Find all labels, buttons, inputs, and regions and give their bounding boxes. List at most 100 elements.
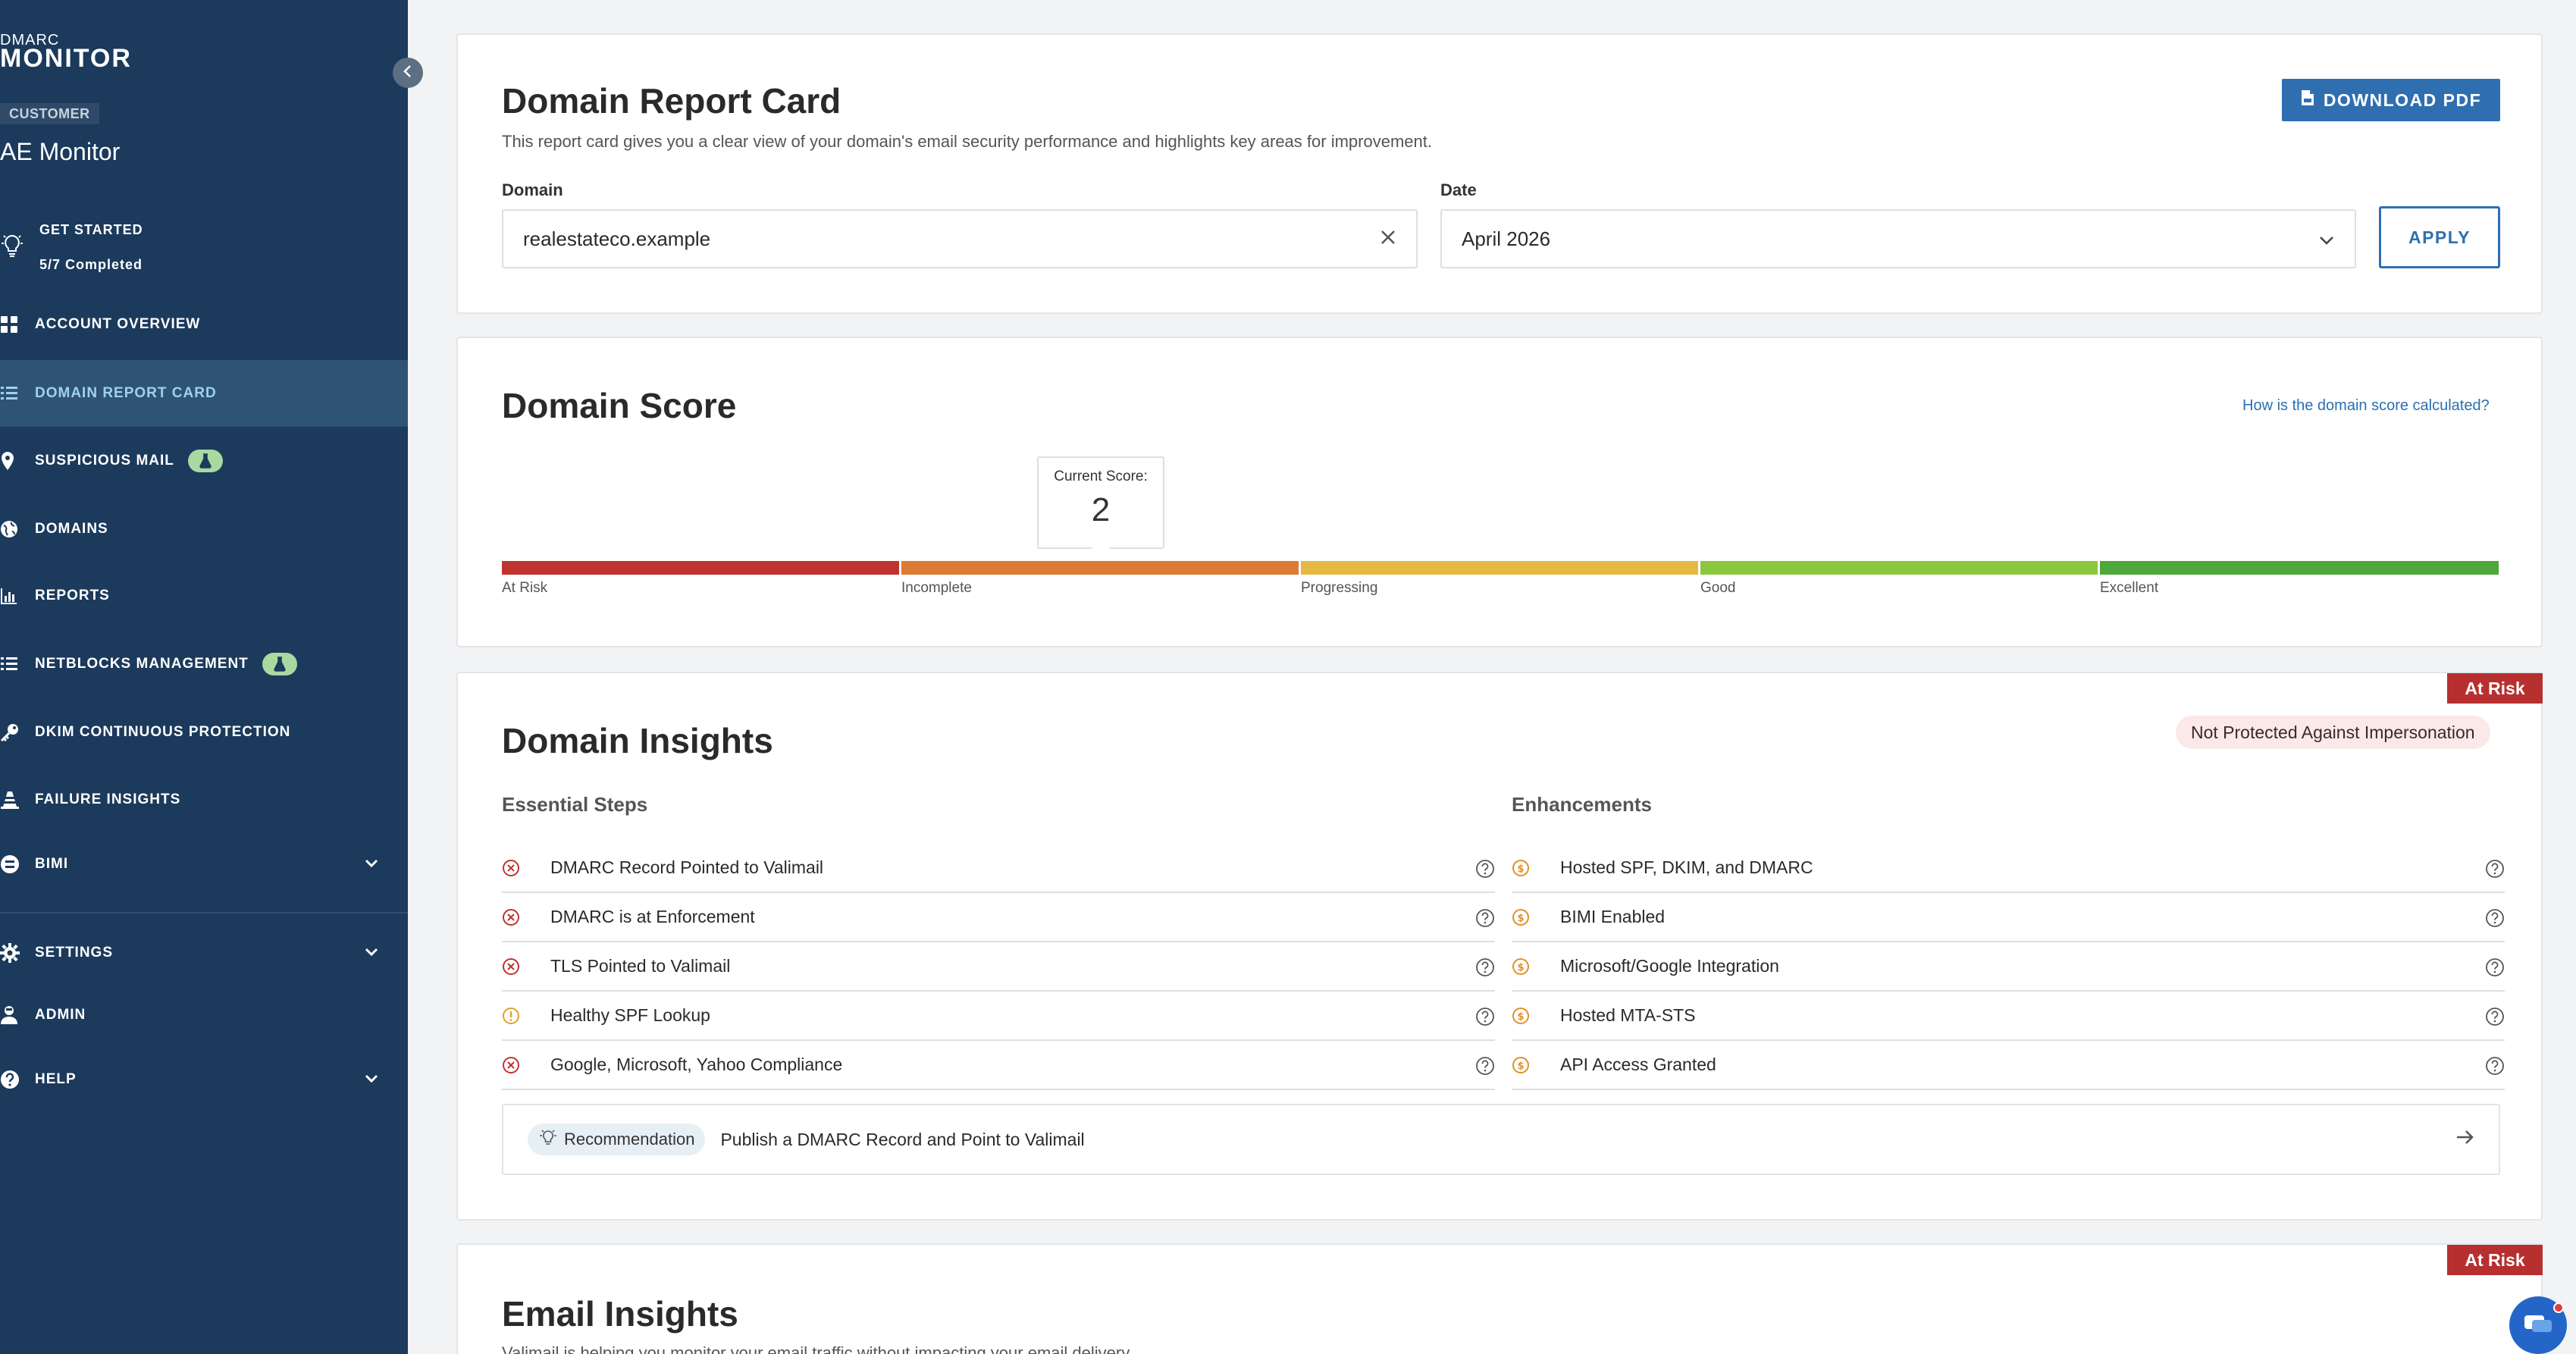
key-icon — [0, 722, 21, 742]
svg-text:$: $ — [1517, 863, 1524, 875]
email-insights-card: Email Insights Valimail is helping you m… — [456, 1243, 2543, 1354]
score-segment-good — [1700, 561, 2098, 575]
score-segment-incomplete — [901, 561, 1299, 575]
sidebar-item-bimi[interactable]: BIMI — [0, 831, 408, 898]
domain-score-title: Domain Score — [502, 386, 737, 425]
domain-label: Domain — [502, 180, 563, 199]
insight-row: $ API Access Granted — [1512, 1041, 2505, 1090]
sidebar-item-help[interactable]: HELP — [0, 1046, 408, 1113]
help-icon[interactable] — [2485, 908, 2505, 932]
chat-icon — [2523, 1312, 2553, 1339]
insight-label: Google, Microsoft, Yahoo Compliance — [550, 1055, 843, 1074]
help-icon[interactable] — [1475, 1007, 1495, 1031]
svg-text:$: $ — [1517, 1061, 1524, 1072]
score-level-label: Progressing — [1301, 580, 1378, 596]
insight-label: DMARC Record Pointed to Valimail — [550, 857, 824, 877]
page-subtitle: This report card gives you a clear view … — [502, 132, 1432, 151]
sidebar-item-label: REPORTS — [35, 588, 110, 603]
admin-user-icon — [0, 1005, 21, 1025]
enhancements-heading: Enhancements — [1512, 793, 1652, 816]
sidebar-item-dkim-continuous-protection[interactable]: DKIM CONTINUOUS PROTECTION — [0, 699, 408, 766]
sidebar-item-label: ACCOUNT OVERVIEW — [35, 316, 201, 332]
traffic-cone-icon — [0, 790, 21, 810]
warning-icon — [502, 1007, 550, 1025]
recommendation-label: Recommendation — [564, 1130, 695, 1149]
grid-icon — [0, 315, 21, 334]
score-level-label: At Risk — [502, 580, 548, 596]
insight-label: API Access Granted — [1560, 1055, 1716, 1074]
list-icon — [0, 655, 21, 673]
help-icon[interactable] — [1475, 958, 1495, 982]
download-pdf-button[interactable]: DOWNLOAD PDF — [2282, 79, 2500, 121]
sidebar-item-label: BIMI — [35, 856, 69, 872]
sidebar-item-failure-insights[interactable]: FAILURE INSIGHTS — [0, 766, 408, 833]
sidebar-item-label: FAILURE INSIGHTS — [35, 791, 181, 807]
sidebar-collapse-button[interactable] — [393, 58, 423, 88]
sidebar-item-label: NETBLOCKS MANAGEMENT — [35, 656, 249, 672]
sidebar-item-netblocks-management[interactable]: NETBLOCKS MANAGEMENT — [0, 631, 408, 697]
chevron-down-icon — [364, 857, 379, 873]
insight-row: Healthy SPF Lookup — [502, 992, 1495, 1041]
help-icon[interactable] — [2485, 1056, 2505, 1080]
insight-row: $ BIMI Enabled — [1512, 893, 2505, 942]
sidebar-item-settings[interactable]: SETTINGS — [0, 920, 408, 986]
date-select[interactable]: April 2026 — [1440, 209, 2356, 268]
location-pin-icon — [0, 451, 21, 471]
score-segment-excellent — [2100, 561, 2499, 575]
sidebar-divider — [0, 912, 408, 914]
insight-label: Healthy SPF Lookup — [550, 1005, 710, 1025]
sidebar-item-domain-report-card[interactable]: DOMAIN REPORT CARD — [0, 360, 408, 427]
sidebar-item-account-overview[interactable]: ACCOUNT OVERVIEW — [0, 291, 408, 358]
get-started[interactable]: GET STARTED 5/7 Completed — [0, 212, 143, 282]
score-pointer — [1092, 547, 1110, 556]
help-icon[interactable] — [1475, 1056, 1495, 1080]
sidebar-item-suspicious-mail[interactable]: SUSPICIOUS MAIL — [0, 428, 408, 494]
help-icon[interactable] — [2485, 1007, 2505, 1031]
domain-input-value: realestateco.example — [523, 227, 711, 250]
at-risk-tag: At Risk — [2447, 673, 2543, 704]
apply-button[interactable]: APPLY — [2379, 206, 2500, 268]
score-segment-at-risk — [502, 561, 899, 575]
get-started-label: GET STARTED — [39, 222, 143, 237]
sidebar-item-label: ADMIN — [35, 1007, 86, 1023]
current-score-label: Current Score: — [1054, 469, 1148, 484]
report-header-card: Domain Report Card This report card give… — [456, 33, 2543, 314]
download-pdf-label: DOWNLOAD PDF — [2323, 89, 2482, 110]
email-insights-subtitle: Valimail is helping you monitor your ema… — [502, 1343, 1133, 1354]
role-badge: CUSTOMER — [0, 103, 99, 124]
fail-icon — [502, 1056, 550, 1074]
help-icon[interactable] — [1475, 908, 1495, 932]
sidebar-item-admin[interactable]: ADMIN — [0, 982, 408, 1048]
score-segment-progressing — [1301, 561, 1698, 575]
chevron-down-icon — [364, 945, 379, 962]
gear-icon — [0, 943, 21, 963]
chat-button[interactable] — [2509, 1296, 2567, 1354]
help-icon[interactable] — [2485, 859, 2505, 883]
insight-label: Hosted MTA-STS — [1560, 1005, 1696, 1025]
sidebar-item-label: SUSPICIOUS MAIL — [35, 453, 174, 469]
paid-feature-icon: $ — [1512, 958, 1560, 976]
insight-label: Hosted SPF, DKIM, and DMARC — [1560, 857, 1813, 877]
domain-input[interactable]: realestateco.example — [502, 209, 1418, 268]
fail-icon — [502, 958, 550, 976]
recommendation-box[interactable]: Recommendation Publish a DMARC Record an… — [502, 1104, 2500, 1175]
insight-label: Microsoft/Google Integration — [1560, 956, 1779, 976]
svg-text:$: $ — [1517, 1011, 1524, 1023]
sidebar-item-reports[interactable]: REPORTS — [0, 563, 408, 629]
score-calculation-link[interactable]: How is the domain score calculated? — [2242, 397, 2490, 415]
date-label: Date — [1440, 180, 1477, 199]
sidebar-item-domains[interactable]: DOMAINS — [0, 496, 408, 563]
paid-feature-icon: $ — [1512, 908, 1560, 926]
help-icon[interactable] — [1475, 859, 1495, 883]
account-name: AE Monitor — [0, 138, 121, 165]
clear-icon[interactable] — [1380, 227, 1396, 251]
recommendation-pill: Recommendation — [528, 1124, 706, 1155]
notification-dot — [2553, 1302, 2564, 1313]
sidebar-item-label: DOMAINS — [35, 521, 108, 537]
insight-row: TLS Pointed to Valimail — [502, 942, 1495, 992]
help-icon[interactable] — [2485, 958, 2505, 982]
domain-insights-title: Domain Insights — [502, 721, 773, 760]
arrow-right-icon[interactable] — [2455, 1128, 2476, 1151]
insight-row: Google, Microsoft, Yahoo Compliance — [502, 1041, 1495, 1090]
score-level-label: Excellent — [2100, 580, 2159, 596]
